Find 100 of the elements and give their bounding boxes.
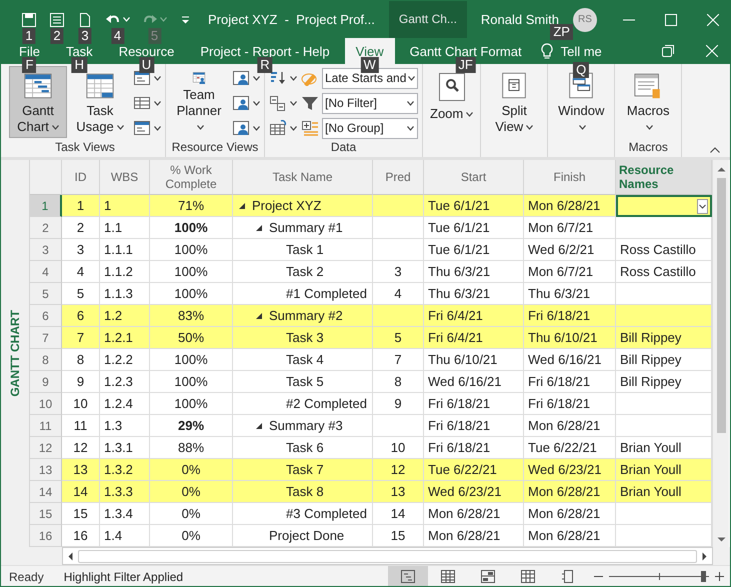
table-cell: Task 1 [233, 239, 373, 261]
row-number[interactable]: 11 [30, 415, 62, 437]
table-cell: 100% [150, 239, 233, 261]
table-cell: 14 [373, 503, 424, 525]
dropdown-field[interactable]: [No Filter] [322, 92, 418, 114]
resource-sheet-view-icon [520, 569, 536, 584]
zoom-in-icon[interactable] [715, 572, 724, 581]
row-number[interactable]: 7 [30, 327, 62, 349]
dropdown-icon[interactable] [697, 198, 708, 214]
window-title: Project XYZ - Project Prof... [208, 12, 375, 27]
row-number[interactable]: 15 [30, 503, 62, 525]
table-cell: Wed 6/16/21 [424, 371, 524, 393]
table-cell: Brian Youll [616, 459, 712, 481]
row-number[interactable]: 9 [30, 371, 62, 393]
view-button[interactable] [388, 566, 428, 586]
row-number[interactable]: 3 [30, 239, 62, 261]
close-icon[interactable] [706, 45, 718, 57]
caret-icon [290, 100, 297, 106]
ribbon-button[interactable]: Macros [619, 66, 678, 138]
keytip: ZP [550, 24, 573, 40]
outline-icon [269, 95, 287, 111]
table-cell: Thu 6/3/21 [424, 283, 524, 305]
column-header[interactable]: Start [424, 160, 524, 195]
group-label: Data [330, 139, 358, 156]
column-header[interactable]: Resource Names [616, 160, 712, 195]
column-header[interactable]: Pred [373, 160, 424, 195]
row-number[interactable]: 1 [30, 195, 62, 217]
table-cell: 1.1 [100, 217, 150, 239]
row-number[interactable]: 4 [30, 261, 62, 283]
table-cell: Tue 6/22/21 [424, 459, 524, 481]
column-header[interactable]: % Work Complete [150, 160, 233, 195]
table-cell: 2 [62, 217, 100, 239]
resource-usage-icon [232, 95, 250, 111]
restore-icon[interactable] [662, 45, 674, 57]
caret-icon [579, 125, 586, 130]
view-icon [133, 120, 151, 136]
avatar[interactable]: RS [572, 8, 597, 32]
column-header[interactable]: ID [62, 160, 100, 195]
report-view-icon [560, 569, 576, 584]
row-number[interactable]: 2 [30, 217, 62, 239]
table-cell: 0% [150, 503, 233, 525]
table-cell: 0% [150, 525, 233, 547]
table-cell: Fri 6/18/21 [424, 437, 524, 459]
table-cell: 1.3 [100, 415, 150, 437]
row-number[interactable]: 14 [30, 481, 62, 503]
ribbon-button[interactable]: Split View [485, 66, 544, 138]
scrollbar-thumb[interactable] [78, 550, 697, 562]
user-name[interactable]: Ronald Smith [480, 12, 559, 27]
column-header[interactable]: Task Name [233, 160, 373, 195]
table-cell: Mon 6/7/21 [524, 217, 616, 239]
table-cell: 1.2.3 [100, 371, 150, 393]
table-cell: 5 [373, 327, 424, 349]
caret-icon [154, 126, 161, 130]
view-label: GANTT CHART [8, 310, 22, 397]
row-number[interactable]: 5 [30, 283, 62, 305]
dropdown-field[interactable]: [No Group] [322, 118, 418, 138]
row-number[interactable]: 8 [30, 349, 62, 371]
row-number[interactable]: 16 [30, 525, 62, 547]
keytip: 5 [148, 28, 162, 44]
table-cell: 1.3.2 [100, 459, 150, 481]
table-cell [373, 217, 424, 239]
column-header[interactable]: WBS [100, 160, 150, 195]
table-cell: Wed 6/16/21 [524, 349, 616, 371]
caret-icon [407, 100, 414, 106]
table-cell: Tue 6/1/21 [424, 195, 524, 217]
keytip: 1 [22, 28, 36, 44]
table-cell: Wed 6/2/21 [524, 239, 616, 261]
row-number[interactable]: 12 [30, 437, 62, 459]
table-cell: 1 [62, 195, 100, 217]
dropdown-field[interactable]: Late Starts and [322, 68, 418, 88]
close-icon[interactable] [706, 14, 719, 26]
table-cell: 15 [373, 525, 424, 547]
table-cell: 4 [373, 283, 424, 305]
table-cell: 1 [100, 195, 150, 217]
ribbon-button[interactable]: Team Planner [170, 66, 228, 138]
table-cell: Mon 6/7/21 [524, 261, 616, 283]
column-header[interactable]: Finish [524, 160, 616, 195]
caret-icon [253, 100, 260, 106]
table-cell: 100% [150, 349, 233, 371]
ribbon-button[interactable]: Gantt Chart [9, 66, 67, 138]
table-cell: #2 Completed [233, 393, 373, 415]
scrollbar-thumb[interactable] [717, 178, 726, 433]
task-form-icon [133, 70, 151, 86]
row-number[interactable]: 6 [30, 305, 62, 327]
table-cell: 3 [373, 261, 424, 283]
customize-icon[interactable] [181, 16, 190, 24]
collapse-icon[interactable] [710, 147, 720, 153]
tell-me-search[interactable]: Tell me [560, 44, 602, 58]
table-cell: 8 [62, 349, 100, 371]
table-cell: 83% [150, 305, 233, 327]
row-number[interactable]: 10 [30, 393, 62, 415]
row-number[interactable]: 13 [30, 459, 62, 481]
table-cell: Fri 6/18/21 [424, 393, 524, 415]
table-cell: Task 3 [233, 327, 373, 349]
table-cell: Fri 6/4/21 [424, 327, 524, 349]
save-icon [21, 12, 37, 28]
table-cell: Project Done [233, 525, 373, 547]
maximize-icon[interactable] [664, 14, 677, 26]
sort-icon [269, 70, 287, 86]
caret-icon [154, 100, 161, 106]
